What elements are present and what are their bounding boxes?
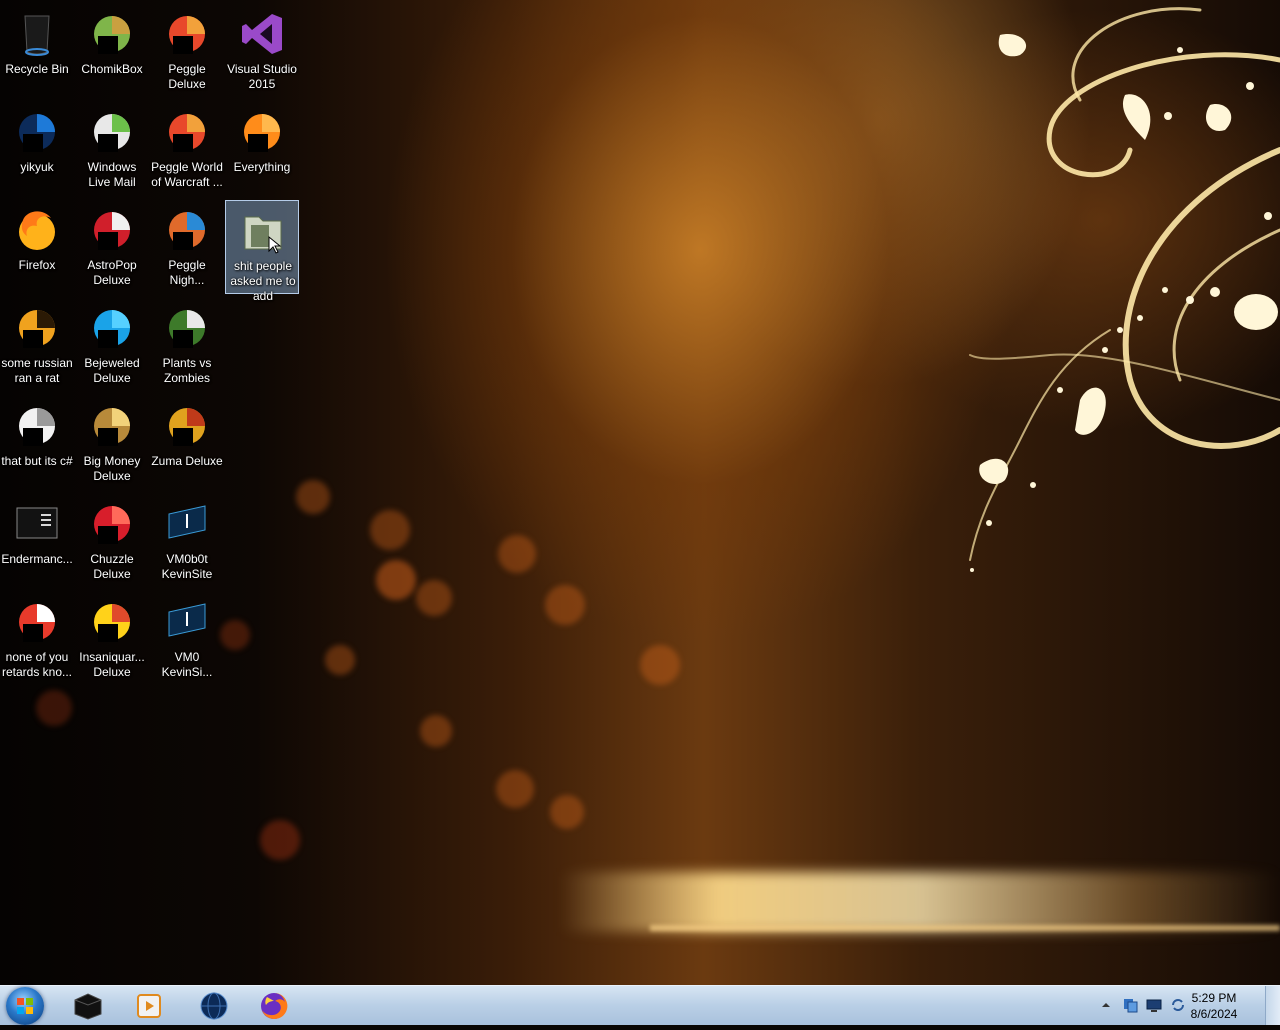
desktop-icon[interactable]: shit people asked me to add: [225, 200, 299, 303]
desktop-icon[interactable]: Windows Live Mail: [75, 102, 149, 196]
desktop-icon[interactable]: that but its c#: [0, 396, 74, 490]
taskbar-clock[interactable]: 5:29 PM 8/6/2024: [1178, 990, 1250, 1022]
vm-icon: [168, 505, 206, 539]
desktop-icon-label: Insaniquar... Deluxe: [79, 650, 145, 679]
windows-stack-icon: [19, 408, 55, 446]
desktop-icon-label: Peggle Deluxe: [168, 62, 206, 91]
desktop-icon[interactable]: VM0 KevinSi...: [150, 592, 224, 686]
desktop-icon[interactable]: none of you retards kno...: [0, 592, 74, 686]
desktop-icon-label: some russian ran a rat: [1, 356, 73, 385]
peggle-nights-icon: [169, 212, 205, 250]
chuzzle-icon: [94, 506, 130, 544]
desktop-icon-label: VM0b0t KevinSite: [161, 552, 213, 581]
desktop-icon-label: Zuma Deluxe: [151, 454, 223, 468]
desktop-icon[interactable]: Bejeweled Deluxe: [75, 298, 149, 392]
chomikbox-icon: [94, 16, 130, 54]
desktop-icon[interactable]: VM0b0t KevinSite: [150, 494, 224, 588]
desktop-icon[interactable]: Visual Studio 2015: [225, 4, 299, 98]
plants-vs-zombies-icon: [169, 310, 205, 348]
big-money-icon: [94, 408, 130, 446]
start-button[interactable]: [6, 987, 44, 1025]
bejeweled-icon: [94, 310, 130, 348]
desktop-icon-label: Peggle World of Warcraft ...: [151, 160, 223, 189]
firefox-icon: [19, 211, 55, 250]
visual-studio-icon: [242, 14, 282, 54]
desktop-icon-label: Bejeweled Deluxe: [84, 356, 140, 385]
clock-time: 5:29 PM: [1191, 991, 1237, 1005]
clock-date: 8/6/2024: [1190, 1007, 1238, 1021]
astropop-icon: [94, 212, 130, 250]
network-icon[interactable]: [1122, 997, 1138, 1013]
desktop-icon-label: Endermanc...: [1, 552, 73, 566]
taskbar-pinned-media-player[interactable]: [121, 987, 177, 1024]
desktop-icon-label: Plants vs Zombies: [162, 356, 212, 385]
vm-icon: [168, 603, 206, 637]
folder-icon: [244, 216, 282, 254]
insaniquarium-icon: [94, 604, 130, 642]
desktop-icon[interactable]: Insaniquar... Deluxe: [75, 592, 149, 686]
desktop-icon[interactable]: Firefox: [0, 200, 74, 294]
desktop-icon[interactable]: yikyuk: [0, 102, 74, 196]
zuma-icon: [169, 408, 205, 446]
taskbar: 5:29 PM 8/6/2024: [0, 985, 1280, 1025]
desktop-icon-label: that but its c#: [1, 454, 73, 468]
terminal-icon: [16, 507, 58, 539]
recycle-bin-icon: [24, 15, 50, 56]
desktop-icon-label: VM0 KevinSi...: [161, 650, 213, 679]
mail-icon: [94, 114, 130, 152]
search-icon: [244, 114, 280, 152]
desktop-icon[interactable]: ChomikBox: [75, 4, 149, 98]
desktop-icon-label: yikyuk: [20, 160, 54, 174]
desktop-icon[interactable]: Peggle Nigh...: [150, 200, 224, 294]
show-hidden-icons-arrow[interactable]: [1098, 997, 1114, 1013]
desktop-icon[interactable]: Endermanc...: [0, 494, 74, 588]
shortcut-e-icon: [19, 310, 55, 348]
desktop-icon[interactable]: Plants vs Zombies: [150, 298, 224, 392]
desktop-icon[interactable]: Recycle Bin: [0, 4, 74, 98]
taskbar-pinned-command-prompt[interactable]: [60, 987, 116, 1024]
desktop-icon-label: Windows Live Mail: [87, 160, 137, 189]
desktop-icon-label: shit people asked me to add: [230, 259, 296, 303]
phone-icon: [19, 114, 55, 152]
desktop-icon[interactable]: some russian ran a rat: [0, 298, 74, 392]
firefox-icon: [261, 992, 288, 1019]
desktop-icon[interactable]: Chuzzle Deluxe: [75, 494, 149, 588]
desktop-icon[interactable]: Peggle World of Warcraft ...: [150, 102, 224, 196]
taskbar-pinned-globe[interactable]: [186, 987, 242, 1024]
monitor-icon[interactable]: [1146, 997, 1162, 1013]
desktop-icon-label: Big Money Deluxe: [83, 454, 141, 483]
desktop-icon-label: ChomikBox: [81, 62, 143, 76]
app-icon: [19, 604, 55, 642]
globe-icon: [200, 992, 228, 1019]
peggle-icon: [169, 16, 205, 54]
desktop-icon[interactable]: Everything: [225, 102, 299, 196]
media-player-icon: [137, 993, 161, 1018]
desktop-icon[interactable]: Big Money Deluxe: [75, 396, 149, 490]
command-prompt-icon: [74, 992, 102, 1020]
desktop-icon-label: none of you retards kno...: [1, 650, 73, 679]
desktop-icon-label: Recycle Bin: [5, 62, 69, 76]
desktop-icon-label: AstroPop Deluxe: [87, 258, 137, 287]
taskbar-pinned-firefox[interactable]: [246, 987, 302, 1024]
desktop-icon-label: Firefox: [18, 258, 56, 272]
windows-logo-icon: [17, 998, 33, 1014]
desktop-icon-label: Chuzzle Deluxe: [90, 552, 134, 581]
show-desktop-button[interactable]: [1265, 986, 1280, 1025]
peggle-icon: [169, 114, 205, 152]
desktop-icon-label: Everything: [233, 160, 291, 174]
desktop-icon-label: Peggle Nigh...: [168, 258, 206, 287]
desktop-icon[interactable]: Zuma Deluxe: [150, 396, 224, 490]
desktop-icon-label: Visual Studio 2015: [227, 62, 297, 91]
desktop-icon[interactable]: AstroPop Deluxe: [75, 200, 149, 294]
desktop-icon[interactable]: Peggle Deluxe: [150, 4, 224, 98]
